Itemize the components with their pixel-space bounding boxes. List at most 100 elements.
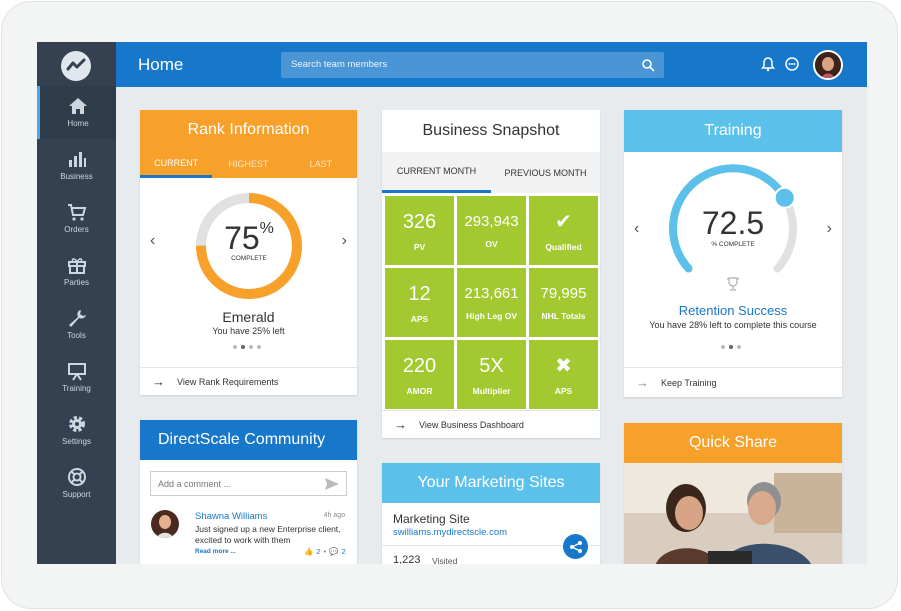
search-input[interactable]: Search team members bbox=[281, 52, 664, 78]
snapshot-tabs: CURRENT MONTH PREVIOUS MONTH bbox=[382, 152, 600, 193]
presentation-icon bbox=[67, 363, 86, 381]
sidebar-item-training[interactable]: Training bbox=[37, 351, 116, 404]
metric-label: PV bbox=[413, 241, 426, 252]
thumbs-up-icon[interactable]: 👍 bbox=[304, 547, 313, 556]
tab-highest[interactable]: HIGHEST bbox=[212, 150, 284, 178]
rank-name: Emerald bbox=[222, 309, 275, 325]
metric-aps-status[interactable]: ✖ APS bbox=[529, 340, 598, 409]
app-screen: Home Business Orders Parties Tools Train… bbox=[37, 42, 867, 564]
search-placeholder: Search team members bbox=[291, 59, 388, 70]
pager-dot[interactable] bbox=[729, 345, 733, 349]
chat-icon[interactable] bbox=[784, 56, 800, 72]
metric-qualified[interactable]: ✔ Qualified bbox=[529, 196, 598, 265]
sidebar-item-tools[interactable]: Tools bbox=[37, 298, 116, 351]
tab-last[interactable]: LAST bbox=[285, 150, 357, 178]
training-prev-arrow[interactable]: ‹ bbox=[634, 220, 639, 238]
community-card-title: DirectScale Community bbox=[140, 420, 357, 460]
comment-count: 2 bbox=[341, 547, 346, 556]
gear-icon bbox=[68, 416, 85, 432]
user-avatar-icon bbox=[151, 510, 179, 538]
metric-value: 79,995 bbox=[540, 284, 587, 302]
rank-card: Rank Information CURRENT HIGHEST LAST ‹ … bbox=[140, 110, 357, 395]
training-subtext: You have 28% left to complete this cours… bbox=[649, 320, 817, 330]
training-complete-label: % COMPLETE bbox=[711, 241, 755, 248]
pager-dot[interactable] bbox=[249, 345, 253, 349]
metric-ov[interactable]: 293,943 OV bbox=[457, 196, 526, 265]
separator-dot: • bbox=[323, 547, 327, 556]
post-author[interactable]: Shawna Williams bbox=[195, 511, 267, 522]
rank-prev-arrow[interactable]: ‹ bbox=[150, 232, 155, 250]
sidebar-item-support[interactable]: Support bbox=[37, 457, 116, 510]
metric-amor[interactable]: 220 AMOR bbox=[385, 340, 454, 409]
tab-current-month[interactable]: CURRENT MONTH bbox=[382, 152, 491, 193]
comment-icon[interactable]: 💬 bbox=[329, 547, 338, 556]
post-reactions: 👍 2 • 💬 2 bbox=[304, 547, 346, 556]
sidebar-item-label: Home bbox=[67, 119, 89, 128]
sidebar-item-business[interactable]: Business bbox=[37, 139, 116, 192]
sidebar-item-parties[interactable]: Parties bbox=[37, 245, 116, 298]
arrow-right-icon: → bbox=[636, 375, 649, 390]
training-pager-dots bbox=[721, 345, 741, 349]
post-author-avatar[interactable] bbox=[151, 510, 179, 538]
share-button[interactable] bbox=[563, 534, 588, 559]
bell-icon[interactable] bbox=[760, 56, 776, 72]
metric-value: 293,943 bbox=[464, 212, 519, 230]
app-logo[interactable] bbox=[61, 51, 91, 81]
metric-pv[interactable]: 326 PV bbox=[385, 196, 454, 265]
sidebar-item-orders[interactable]: Orders bbox=[37, 192, 116, 245]
view-rank-requirements-link[interactable]: → View Rank Requirements bbox=[140, 367, 357, 395]
training-course-title[interactable]: Retention Success bbox=[624, 303, 842, 318]
top-header: Home Search team members bbox=[116, 42, 867, 87]
metric-aps[interactable]: 12 APS bbox=[385, 268, 454, 337]
tab-current[interactable]: CURRENT bbox=[140, 150, 213, 178]
marketing-card-title: Your Marketing Sites bbox=[382, 463, 600, 503]
read-more-link[interactable]: Read more ... bbox=[195, 548, 236, 555]
tab-previous-month[interactable]: PREVIOUS MONTH bbox=[491, 152, 600, 193]
rank-percent-sign: % bbox=[259, 220, 274, 237]
page-title: Home bbox=[138, 55, 184, 74]
rank-next-arrow[interactable]: › bbox=[342, 232, 347, 250]
pager-dot[interactable] bbox=[721, 345, 725, 349]
metric-label: NHL Totals bbox=[541, 310, 586, 321]
tablet-frame: Home Business Orders Parties Tools Train… bbox=[1, 1, 898, 609]
pager-dot[interactable] bbox=[241, 345, 245, 349]
sidebar-item-label: Orders bbox=[64, 225, 89, 234]
sidebar-item-label: Training bbox=[62, 384, 91, 393]
quick-share-photo[interactable] bbox=[624, 463, 842, 564]
sidebar-item-settings[interactable]: Settings bbox=[37, 404, 116, 457]
rank-complete-label: COMPLETE bbox=[231, 255, 267, 262]
comment-placeholder: Add a comment ... bbox=[158, 479, 232, 489]
comment-input[interactable]: Add a comment ... bbox=[150, 471, 347, 496]
trophy-icon bbox=[727, 277, 739, 291]
metric-label: AMOR bbox=[406, 385, 433, 396]
pager-dot[interactable] bbox=[233, 345, 237, 349]
search-icon[interactable] bbox=[641, 58, 655, 72]
marketing-visits: 1,223 bbox=[393, 554, 421, 564]
metric-value: 220 bbox=[402, 354, 437, 377]
metric-high-leg-ov[interactable]: 213,661 High Leg OV bbox=[457, 268, 526, 337]
sidebar: Home Business Orders Parties Tools Train… bbox=[37, 42, 116, 564]
business-snapshot-card: Business Snapshot CURRENT MONTH PREVIOUS… bbox=[382, 110, 600, 438]
metric-nhl-totals[interactable]: 79,995 NHL Totals bbox=[529, 268, 598, 337]
training-next-arrow[interactable]: › bbox=[827, 220, 832, 238]
pager-dot[interactable] bbox=[257, 345, 261, 349]
training-score: 72.5 bbox=[701, 205, 765, 241]
keep-training-link[interactable]: → Keep Training bbox=[624, 367, 842, 397]
rank-percent-block: 75% COMPLETE bbox=[193, 220, 305, 262]
marketing-site-url[interactable]: swilliams.mydirectscle.com bbox=[393, 527, 507, 538]
training-gauge-knob bbox=[773, 186, 796, 209]
pager-dot[interactable] bbox=[737, 345, 741, 349]
avatar[interactable] bbox=[813, 50, 843, 80]
marketing-site-title: Marketing Site bbox=[393, 512, 470, 526]
metric-label: Qualified bbox=[545, 241, 582, 252]
share-icon bbox=[569, 540, 582, 553]
view-business-dashboard-link[interactable]: → View Business Dashboard bbox=[382, 410, 600, 438]
training-score-block: 72.5 % COMPLETE bbox=[663, 207, 803, 248]
metric-label: OV bbox=[485, 238, 498, 249]
metric-value: 326 bbox=[402, 210, 437, 233]
metric-multiplier[interactable]: 5X Multiplier bbox=[457, 340, 526, 409]
sidebar-item-home[interactable]: Home bbox=[37, 86, 116, 139]
quick-share-card: Quick Share bbox=[624, 423, 842, 564]
sidebar-item-label: Settings bbox=[62, 437, 91, 446]
send-icon[interactable] bbox=[324, 477, 340, 491]
